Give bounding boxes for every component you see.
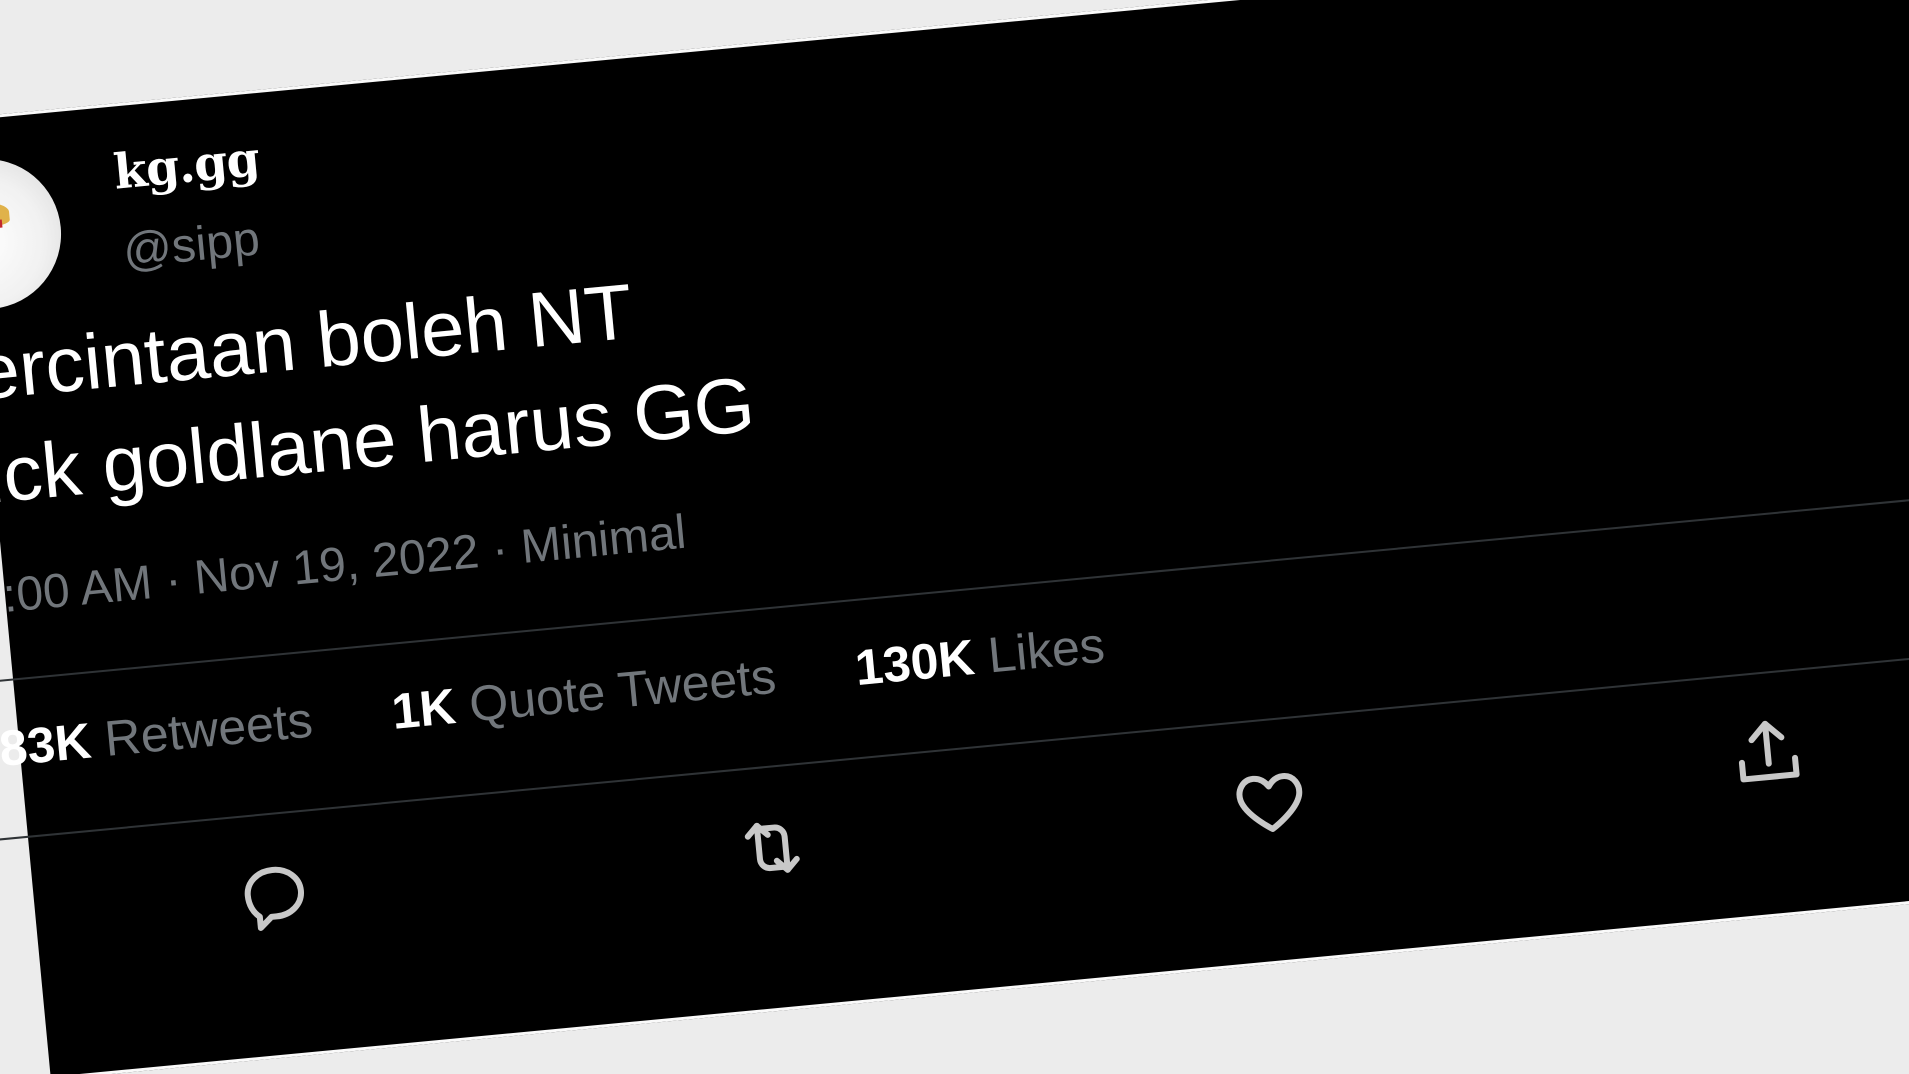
retweets-count: 83K [0,712,94,777]
retweets-label: Retweets [102,691,315,768]
likes-count: 130K [852,629,977,697]
share-icon [1738,720,1800,783]
retweet-icon [744,822,800,873]
tweet-timestamp[interactable]: :00 AM · Nov 19, 2022 · Minimal [1,505,689,624]
retweets-stat[interactable]: 83K Retweets [0,691,315,778]
quote-tweets-label: Quote Tweets [466,647,779,733]
heart-icon [1236,773,1303,832]
retweet-button[interactable] [729,804,816,891]
tweet-text: ercintaan boleh NT ick goldlane harus GG [0,266,759,520]
screenshot-stage: kg.gg @sipp ercintaan boleh NT ick goldl… [0,0,1909,1074]
tweet-stats: 83K Retweets 1K Quote Tweets 130K Likes [0,616,1107,778]
reply-icon [244,866,304,931]
avatar[interactable] [0,152,68,316]
like-button[interactable] [1226,757,1313,844]
quote-tweets-stat[interactable]: 1K Quote Tweets [389,647,778,741]
likes-stat[interactable]: 130K Likes [853,616,1108,697]
reply-button[interactable] [231,851,318,938]
share-button[interactable] [1724,710,1811,797]
tweet-card: kg.gg @sipp ercintaan boleh NT ick goldl… [0,0,1909,1074]
user-handle[interactable]: @sipp [121,211,262,279]
quote-tweets-count: 1K [389,678,459,740]
display-name[interactable]: kg.gg [111,131,261,200]
likes-label: Likes [985,616,1107,684]
